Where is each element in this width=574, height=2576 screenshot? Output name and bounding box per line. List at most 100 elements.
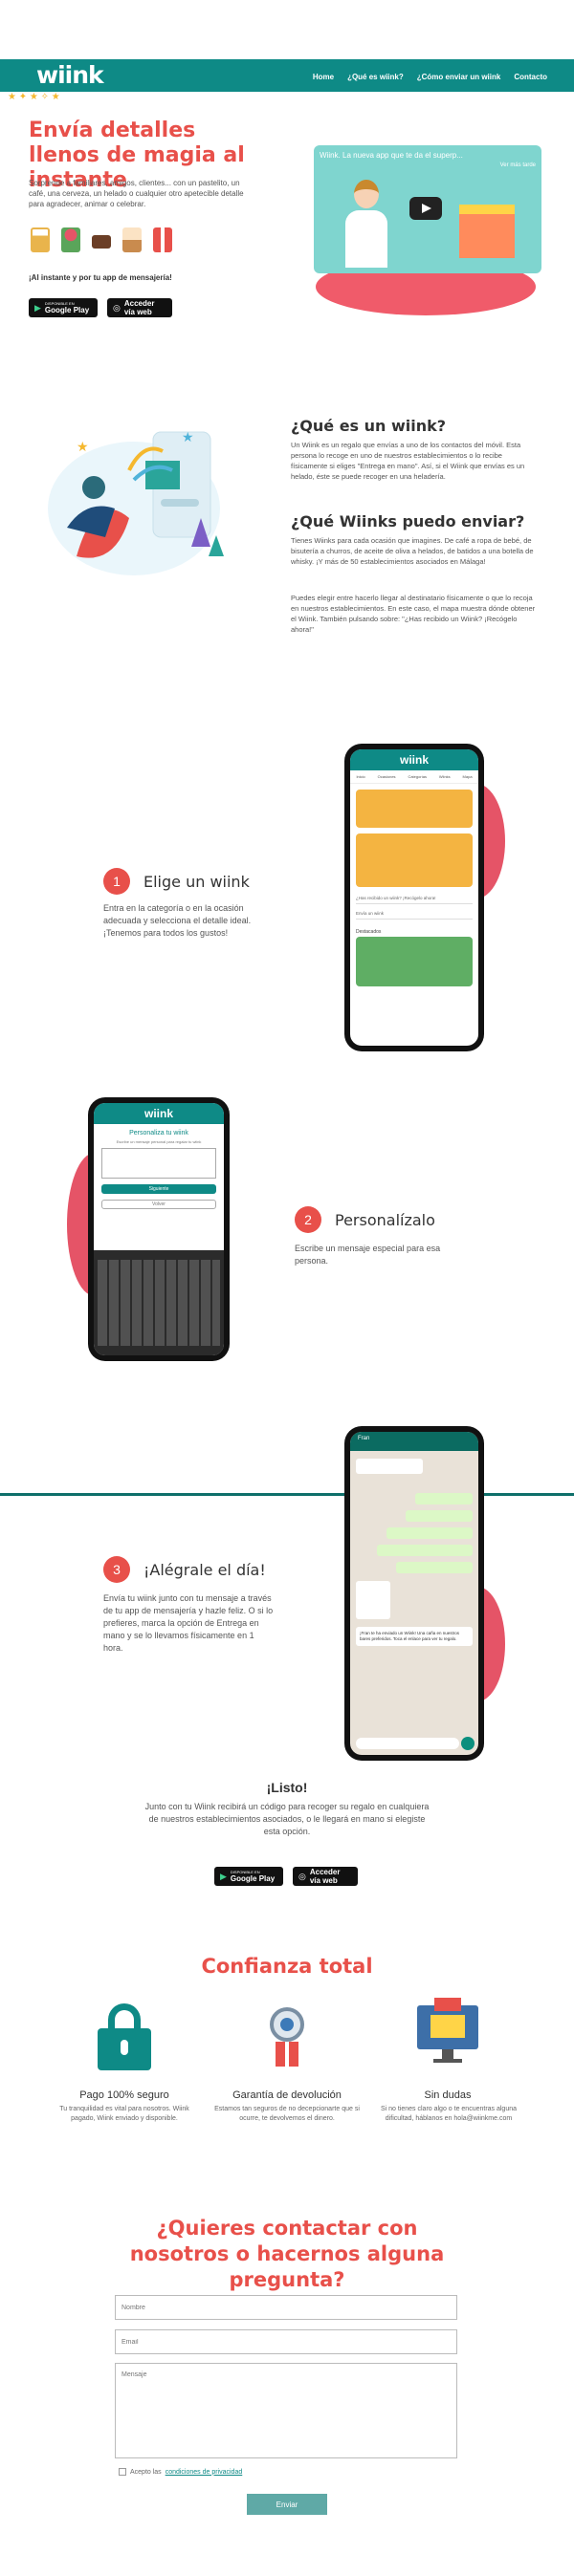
privacy-checkbox[interactable] <box>119 2468 126 2476</box>
what-pickup-text: Puedes elegir entre hacerlo llegar al de… <box>291 594 536 634</box>
chat-bubble <box>377 1545 473 1556</box>
chocolate-icon <box>92 235 111 249</box>
computer-mail-icon <box>417 1998 478 2068</box>
chat-bubble <box>415 1493 473 1504</box>
hero-slogan: ¡Al instante y por tu app de mensajería! <box>29 273 172 282</box>
privacy-link[interactable]: condiciones de privacidad <box>166 2469 243 2476</box>
play-button[interactable] <box>409 197 442 220</box>
phone1-tab[interactable]: Wiinks <box>439 774 451 779</box>
nav-home[interactable]: Home <box>313 73 334 81</box>
what-is-title: ¿Qué es un wiink? <box>291 417 447 435</box>
google-play-button[interactable]: ▶ DISPONIBLE EN Google Play <box>29 298 98 317</box>
step-3-title: ¡Alégrale el día! <box>144 1561 266 1579</box>
wiink-illustration: ★ ★ <box>48 429 224 575</box>
phone1-send-link[interactable]: Envía un wiink <box>356 908 473 920</box>
chat-image <box>356 1581 390 1619</box>
promo-video[interactable]: Wiink. La nueva app que te da el superp.… <box>314 145 541 273</box>
what-is-text: Un Wiink es un regalo que envías a uno d… <box>291 441 525 481</box>
trust-card-1-text: Tu tranquilidad es vital para nosotros. … <box>59 2106 189 2122</box>
phone2-back-button[interactable]: Volver <box>101 1200 216 1209</box>
phone1-tab[interactable]: Inicio <box>356 774 364 779</box>
trust-card-2-title: Garantía de devolución <box>232 2089 342 2101</box>
phone2-next-button[interactable]: Siguiente <box>101 1184 216 1194</box>
logo[interactable]: wiink <box>36 61 104 89</box>
flowers-icon <box>61 227 80 252</box>
cartoon-woman <box>342 174 390 273</box>
phone1-banner-gifts[interactable] <box>356 833 473 887</box>
step-3-number: 3 <box>103 1556 130 1583</box>
what-send-text: Tienes Wiinks para cada ocasión que imag… <box>291 536 534 566</box>
trust-card-3-text: Si no tienes claro algo o te encuentras … <box>380 2106 518 2122</box>
gift-icons <box>31 227 172 252</box>
gift-box-illustration <box>459 205 515 258</box>
email-input[interactable] <box>115 2329 457 2354</box>
step-1-number: 1 <box>103 868 130 895</box>
phone1-receive-link[interactable]: ¿Has recibido un wiink? ¡Recógelo ahora! <box>356 893 473 904</box>
svg-text:★: ★ <box>77 439 89 454</box>
hero-text: Sorprende a familiares, amigos, clientes… <box>29 179 244 208</box>
phone2-message-input[interactable] <box>101 1148 216 1179</box>
phone2-subtitle: Escribe un mensaje personal para regalar… <box>116 1139 202 1144</box>
message-textarea[interactable] <box>115 2363 457 2458</box>
phone2-title: Personaliza tu wiink <box>129 1130 188 1136</box>
sparkles-decoration: ★ ✦ ★ ✧ ★ <box>8 92 60 102</box>
trust-title: Confianza total <box>201 1955 373 1978</box>
award-ribbon-icon <box>266 2007 308 2070</box>
play-icon: ▶ <box>34 302 41 313</box>
lock-icon <box>98 2003 151 2070</box>
cake-icon <box>122 227 142 252</box>
phone-mockup-catalog: wiink Inicio Ocasiones Categorías Wiinks… <box>344 744 484 1051</box>
phone2-keyboard[interactable] <box>94 1250 224 1355</box>
listo-text: Junto con tu Wiink recibirá un código pa… <box>144 1802 430 1836</box>
trust-card-3-title: Sin dudas <box>424 2089 472 2101</box>
step-1-text: Entra en la categoría o en la ocasión ad… <box>103 903 252 938</box>
phone1-tab[interactable]: Mapa <box>463 774 473 779</box>
chat-send-icon[interactable] <box>461 1737 475 1750</box>
coffee-icon <box>31 227 50 252</box>
chat-wiink-message: ¡Fran te ha enviado un Wiink! Una caña e… <box>356 1627 473 1646</box>
phone1-tab[interactable]: Ocasiones <box>378 774 396 779</box>
phone1-tabs: Inicio Ocasiones Categorías Wiinks Mapa <box>350 770 478 784</box>
phone1-tab[interactable]: Categorías <box>408 774 427 779</box>
svg-text:★: ★ <box>182 429 194 444</box>
phone1-banner-coffee[interactable] <box>356 790 473 828</box>
chat-bubble <box>386 1527 473 1539</box>
step-2-number: 2 <box>295 1206 321 1233</box>
chat-bubble <box>356 1459 423 1474</box>
step-2-title: Personalízalo <box>335 1211 435 1229</box>
phone1-brand: wiink <box>350 749 478 770</box>
gift-box-icon <box>153 227 172 252</box>
trust-card-2-text: Estamos tan seguros de no decepcionarte … <box>214 2106 360 2122</box>
phone-mockup-chat: Fran ¡Fran te ha enviado un Wiink! Una c… <box>344 1426 484 1761</box>
nav-contact[interactable]: Contacto <box>514 73 547 81</box>
step-3-text: Envía tu wiink junto con tu mensaje a tr… <box>103 1593 274 1653</box>
send-button[interactable]: Enviar <box>247 2494 327 2515</box>
google-play-button-2[interactable]: ▶ DISPONIBLE EN Google Play <box>214 1867 283 1886</box>
chat-header: Fran <box>350 1432 478 1451</box>
trust-card-1-title: Pago 100% seguro <box>79 2089 169 2101</box>
watch-later[interactable]: Ver más tarde <box>500 162 536 168</box>
video-title: Wiink. La nueva app que te da el superp.… <box>320 151 463 160</box>
step-2-text: Escribe un mensaje especial para esa per… <box>295 1244 441 1266</box>
listo-title: ¡Listo! <box>266 1780 308 1795</box>
section-divider <box>0 1493 574 1496</box>
phone-mockup-personalize: wiink Personaliza tu wiink Escribe un me… <box>88 1097 230 1361</box>
step-1-title: Elige un wiink <box>144 873 250 891</box>
what-send-title: ¿Qué Wiinks puedo enviar? <box>291 512 525 530</box>
phone1-featured-label: Destacados <box>356 929 382 935</box>
chat-bubble <box>406 1510 473 1522</box>
play-icon: ▶ <box>220 1871 227 1881</box>
web-access-button-2[interactable]: ◎ Acceder vía web <box>293 1867 358 1886</box>
privacy-label: Acepto las <box>130 2468 162 2476</box>
globe-icon: ◎ <box>113 302 121 313</box>
contact-title: ¿Quieres contactar con nosotros o hacern… <box>129 2217 445 2291</box>
nav-what-is[interactable]: ¿Qué es wiink? <box>347 73 404 81</box>
main-nav: Home ¿Qué es wiink? ¿Cómo enviar un wiin… <box>313 73 547 81</box>
nav-how-to-send[interactable]: ¿Cómo enviar un wiink <box>417 73 501 81</box>
chat-bubble <box>396 1562 473 1573</box>
web-access-button[interactable]: ◎ Acceder vía web <box>107 298 172 317</box>
name-input[interactable] <box>115 2295 457 2320</box>
chat-input[interactable] <box>356 1738 459 1749</box>
phone1-featured-card[interactable] <box>356 937 473 986</box>
globe-icon: ◎ <box>298 1871 306 1881</box>
